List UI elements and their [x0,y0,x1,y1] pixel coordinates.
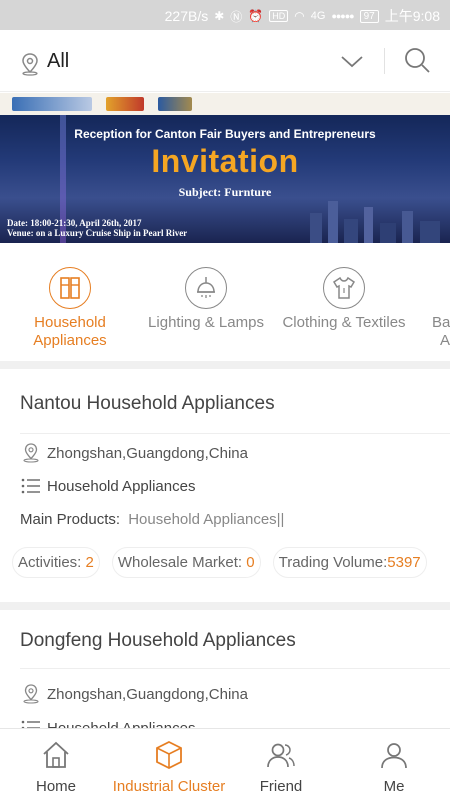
signal-icon: ●●●●● [331,11,354,21]
header: All [0,30,450,92]
nav-label: Home [35,778,76,795]
nav-industrial-cluster[interactable]: Industrial Cluster [110,739,228,795]
location-pin-icon[interactable] [20,52,40,76]
wholesale-label: Wholesale Market: [117,554,243,571]
section-separator [0,602,450,610]
search-icon[interactable] [403,46,431,74]
clock: 上午9:08 [384,8,440,24]
bluetooth-icon: ✱ [214,9,225,23]
cluster-category: Household Appliances [20,476,195,496]
category-text: Household Appliances [47,719,196,729]
alarm-icon: ⏰ [248,9,264,23]
cube-icon [156,740,182,770]
bottom-nav: Home Industrial Cluster Friend Me [0,728,450,800]
trading-label: Trading Volume: [278,554,388,571]
chevron-down-icon[interactable] [340,54,364,70]
network-speed: 227B/s [164,8,209,24]
nav-label: Industrial Cluster [112,778,226,795]
activities-stat[interactable]: Activities: 2 [12,547,100,578]
section-separator [0,361,450,369]
nav-me[interactable]: Me [374,739,414,795]
banner-subject: Subject: Furnture [178,185,272,199]
banner-title: Invitation [151,143,299,179]
cluster-title[interactable]: Nantou Household Appliances [20,393,275,415]
household-appliances-icon [49,267,91,309]
banner-event-details: Date: 18:00-21:30, April 26th, 2017 Venu… [7,218,187,238]
main-products-label: Main Products: [20,511,121,528]
cluster-stats: Activities: 2 Wholesale Market: 0 Tradin… [12,547,427,578]
nav-home[interactable]: Home [26,739,86,795]
banner-logo-strip [0,93,450,115]
banner-venue: Venue: on a Luxury Cruise Ship in Pearl … [7,228,188,238]
nav-friend[interactable]: Friend [252,739,310,795]
trading-volume: 5397 [387,554,421,571]
wholesale-market-stat[interactable]: Wholesale Market: 0 [111,547,261,578]
location-text: Zhongshan,Guangdong,China [47,685,248,703]
banner-date: Date: 18:00-21:30, April 26th, 2017 [7,218,142,228]
category-lighting-lamps[interactable]: Lighting & Lamps [145,267,267,332]
battery-icon: 97 [359,9,379,23]
cluster-card[interactable]: Dongfeng Household Appliances Zhongshan,… [0,610,450,728]
location-pin-icon [23,443,39,463]
category-label: Ba [432,314,450,331]
category-label: A [440,332,450,349]
canton-fair-logo [12,97,92,111]
category-scroller[interactable]: Household Appliances Lighting & Lamps Cl… [0,243,450,361]
category-partial[interactable]: Ba A [432,267,450,350]
category-clothing-textiles[interactable]: Clothing & Textiles [281,267,407,332]
list-icon [21,720,40,728]
nfc-icon: Ⓝ [230,9,243,24]
location-pin-icon [23,684,39,704]
card-divider [20,668,450,669]
category-text: Household Appliances [47,477,196,495]
person-icon [381,743,407,769]
category-label: Appliances [33,332,107,349]
friends-icon [267,743,295,768]
cruise-logo [158,97,192,111]
category-label: Household [34,314,106,331]
category-label: Clothing & Textiles [282,314,406,331]
nav-label: Me [383,778,405,795]
tshirt-icon [323,267,365,309]
cluster-location: Zhongshan,Guangdong,China [20,684,248,704]
cluster-location: Zhongshan,Guangdong,China [20,443,248,463]
partner-logo [106,97,144,111]
activities-count: 2 [85,554,94,571]
status-bar: 227B/s ✱ Ⓝ ⏰ HD ◠ 4G ●●●●● 97 上午9:08 [0,0,450,30]
location-selector[interactable]: All [47,50,69,73]
banner-subtitle: Reception for Canton Fair Buyers and Ent… [74,127,376,141]
cluster-category: Household Appliances [20,718,195,728]
location-text: Zhongshan,Guangdong,China [47,444,248,462]
lamp-icon [185,267,227,309]
promo-banner[interactable]: Reception for Canton Fair Buyers and Ent… [0,93,450,243]
network-type: 4G [310,10,326,22]
hd-icon: HD [269,10,289,22]
category-label: Lighting & Lamps [148,314,264,331]
main-products: Main Products: Household Appliances|| [20,511,284,528]
activities-label: Activities: [18,554,82,571]
cluster-title[interactable]: Dongfeng Household Appliances [20,630,296,652]
list-icon [21,478,40,494]
main-products-value: Household Appliances|| [128,511,285,528]
nav-label: Friend [259,778,303,795]
city-skyline-decor [310,201,440,243]
wholesale-count: 0 [246,554,255,571]
wifi-icon: ◠ [294,9,305,23]
cluster-card[interactable]: Nantou Household Appliances Zhongshan,Gu… [0,369,450,602]
category-household-appliances[interactable]: Household Appliances [22,267,118,350]
card-divider [20,433,450,434]
header-divider [384,48,385,74]
trading-volume-stat[interactable]: Trading Volume:5397 [272,547,427,578]
home-icon [43,741,69,768]
